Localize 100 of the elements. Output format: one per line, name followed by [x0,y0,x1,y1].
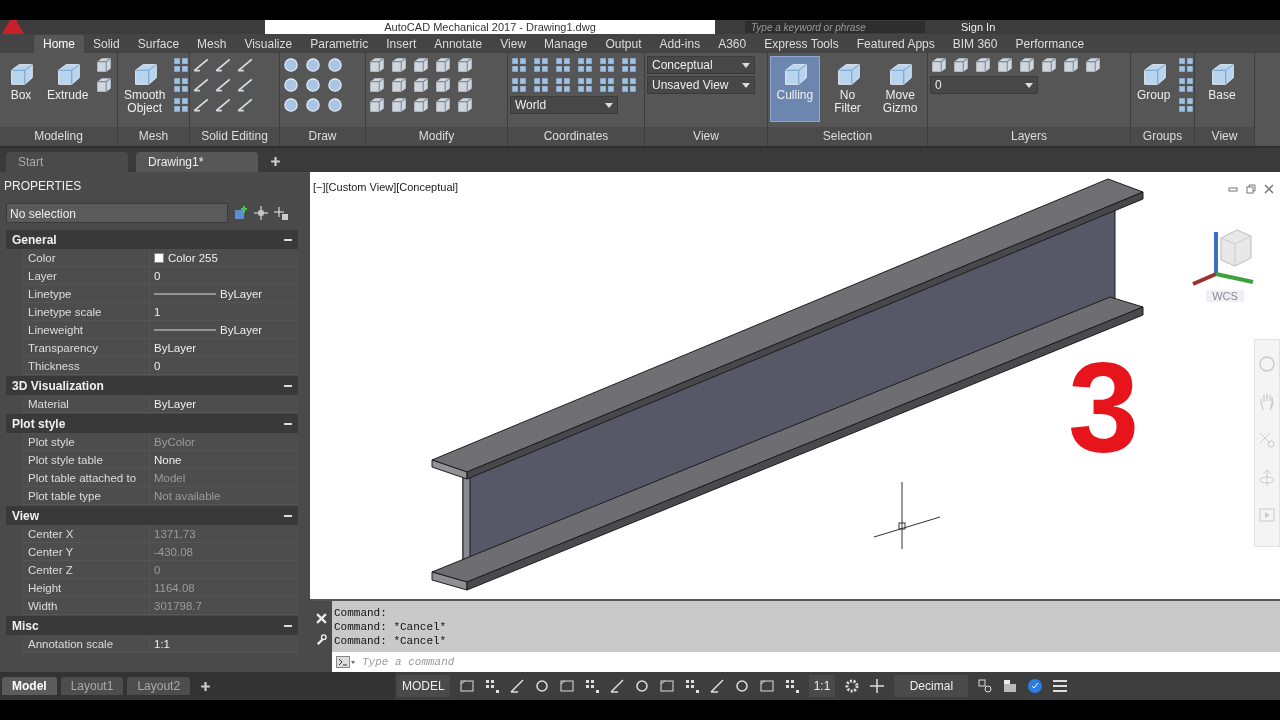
ribbon-tab[interactable]: Parametric [301,35,378,53]
circle-icon[interactable] [326,56,344,74]
property-value[interactable]: Color 255 [168,251,218,264]
property-value[interactable]: ByLayer [154,397,197,410]
quick-select-icon[interactable] [234,206,248,220]
plus-icon[interactable] [869,678,886,694]
grid-icon[interactable] [510,56,528,74]
circle-icon[interactable] [533,678,550,694]
section-header[interactable]: View [6,506,298,525]
circle-icon[interactable] [304,56,322,74]
property-value[interactable]: ByLayer [220,323,263,336]
grid-icon[interactable] [620,56,638,74]
ribbon-button[interactable]: Move Gizmo [875,56,925,122]
grid-icon[interactable] [598,76,616,94]
circle-icon[interactable] [326,96,344,114]
panel-title[interactable]: Solid Editing [190,127,279,146]
selection-dropdown[interactable]: No selection [6,203,228,223]
dropdown[interactable]: Conceptual [647,56,755,74]
wrench-icon[interactable] [315,634,327,645]
ribbon-tab[interactable]: Add-ins [650,35,710,53]
grid-icon[interactable] [598,56,616,74]
section-header[interactable]: 3D Visualization [6,376,298,395]
panel-title[interactable]: Layers [928,127,1130,146]
grid-icon[interactable] [554,56,572,74]
layout-tab[interactable]: Layout1 [60,677,124,695]
sign-in-link[interactable]: Sign In [961,20,996,34]
property-value[interactable]: None [154,453,182,466]
line-icon[interactable] [708,678,725,694]
grid-icon[interactable] [620,76,638,94]
line-icon[interactable] [192,96,210,114]
layout-tab[interactable]: Layout2 [127,677,191,695]
units-dropdown[interactable]: Decimal [894,675,969,697]
dropdown[interactable]: 0 [930,76,1038,94]
ribbon-button[interactable]: Smooth Object [120,56,170,122]
section-header[interactable]: General [6,230,298,249]
ribbon-tab[interactable]: Output [596,35,651,53]
ribbon-tab[interactable]: Home [34,35,84,53]
ribbon-tab[interactable]: Featured Apps [847,35,944,53]
ribbon-tab[interactable]: A360 [709,35,756,53]
section-header[interactable]: Plot style [6,414,298,433]
layout-tab[interactable]: Model [2,677,57,695]
grid-icon[interactable] [554,76,572,94]
annotation-scale-button[interactable]: 1:1 [808,675,836,697]
grid-icon[interactable] [1177,96,1194,114]
model-space-button[interactable]: MODEL [397,675,450,697]
minimize-icon[interactable] [1228,184,1238,194]
ribbon-tab[interactable]: Surface [128,35,189,53]
line-icon[interactable] [214,76,232,94]
grid-icon[interactable] [583,678,600,694]
line-icon[interactable] [192,76,210,94]
ribbon-tab[interactable]: Manage [535,35,597,53]
panel-title[interactable]: View [1195,127,1254,146]
crosshair-icon[interactable] [254,206,268,220]
panel-title[interactable]: Selection [768,127,927,146]
viewport-controls[interactable]: [−][Custom View][Conceptual] [313,181,458,193]
circle-icon[interactable] [282,76,300,94]
ribbon-tab[interactable]: Express Tools [755,35,848,53]
command-line-field[interactable]: Type a command [332,652,1280,672]
grid-icon[interactable] [172,76,189,94]
grid-icon[interactable] [172,56,189,74]
ribbon-tab[interactable]: BIM 360 [943,35,1007,53]
property-value[interactable]: 0 [154,269,161,282]
line-icon[interactable] [236,76,254,94]
command-input[interactable]: Type a command [360,655,1280,669]
grid-icon[interactable] [510,76,528,94]
new-layout-icon[interactable] [200,680,212,692]
circle-icon[interactable] [282,96,300,114]
circle-icon[interactable] [1027,678,1044,694]
line-icon[interactable] [236,56,254,74]
ribbon-tab[interactable]: Annotate [425,35,492,53]
menu-icon[interactable] [1052,678,1069,694]
grid-icon[interactable] [483,678,500,694]
grid-icon[interactable] [783,678,800,694]
grid-icon[interactable] [172,96,189,114]
panel-title[interactable]: View [645,127,767,146]
line-icon[interactable] [608,678,625,694]
grid-icon[interactable] [576,56,594,74]
panel-title[interactable]: Modify [366,127,507,146]
grid-icon[interactable] [1177,56,1194,74]
line-icon[interactable] [236,96,254,114]
line-icon[interactable] [192,56,210,74]
property-value[interactable]: ByLayer [154,341,197,354]
document-tab[interactable]: Drawing1* [136,152,258,172]
panel-title[interactable]: Mesh [118,127,189,146]
line-icon[interactable] [214,56,232,74]
grid-icon[interactable] [683,678,700,694]
panel-title[interactable]: Draw [280,127,365,146]
panel-title[interactable]: Groups [1131,127,1194,146]
ribbon-tab[interactable]: Mesh [188,35,236,53]
grid-icon[interactable] [576,76,594,94]
ribbon-button[interactable]: No Filter [822,56,873,122]
panel-title[interactable]: Modeling [0,127,117,146]
grid-icon[interactable] [1177,76,1194,94]
ribbon-button[interactable]: Box [2,56,40,122]
grid-icon[interactable] [532,76,550,94]
property-value[interactable]: 1:1 [154,637,170,650]
circle-icon[interactable] [304,76,322,94]
line-icon[interactable] [508,678,525,694]
restore-icon[interactable] [1246,184,1256,194]
ribbon-tab[interactable]: Performance [1006,35,1094,53]
